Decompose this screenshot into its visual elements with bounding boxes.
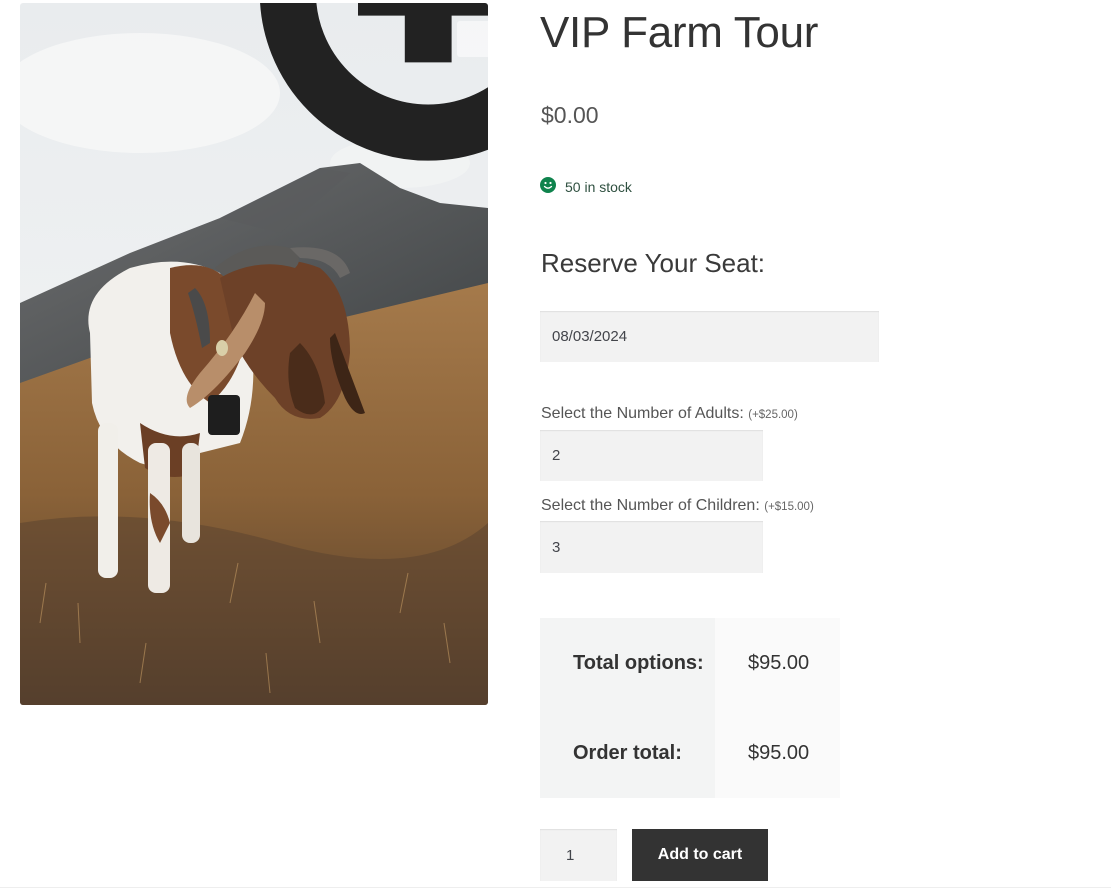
- table-row: Total options: $95.00: [540, 618, 840, 708]
- product-image[interactable]: [20, 3, 488, 705]
- date-input[interactable]: 08/03/2024: [540, 311, 879, 362]
- order-total-label: Order total:: [540, 708, 715, 798]
- magnifier-plus-icon: [241, 3, 488, 390]
- smiley-icon: [540, 177, 556, 196]
- product-price: $0.00: [541, 102, 599, 128]
- stock-status: 50 in stock: [540, 177, 632, 196]
- adults-input[interactable]: 2: [540, 430, 763, 481]
- zoom-button[interactable]: [260, 3, 488, 161]
- children-input[interactable]: 3: [540, 521, 763, 573]
- children-label-text: Select the Number of Children:: [541, 497, 760, 514]
- total-options-label: Total options:: [540, 618, 715, 708]
- adults-value: 2: [552, 447, 561, 464]
- quantity-value: 1: [566, 846, 575, 864]
- adults-label-text: Select the Number of Adults:: [541, 405, 744, 422]
- children-label: Select the Number of Children: (+$15.00): [541, 497, 814, 515]
- stock-text: 50 in stock: [565, 178, 632, 195]
- quantity-input[interactable]: 1: [540, 829, 617, 881]
- date-value: 08/03/2024: [552, 328, 628, 345]
- product-title: VIP Farm Tour: [540, 8, 819, 57]
- reserve-heading: Reserve Your Seat:: [541, 248, 766, 278]
- table-row: Order total: $95.00: [540, 708, 840, 798]
- total-options-value: $95.00: [715, 618, 840, 708]
- adults-price: (+$25.00): [748, 409, 798, 421]
- add-to-cart-button[interactable]: Add to cart: [632, 829, 768, 881]
- order-total-value: $95.00: [715, 708, 840, 798]
- children-value: 3: [552, 538, 561, 556]
- children-price: (+$15.00): [764, 501, 814, 513]
- adults-label: Select the Number of Adults: (+$25.00): [541, 405, 798, 423]
- totals-table: Total options: $95.00 Order total: $95.0…: [540, 618, 840, 798]
- divider: [0, 887, 1111, 888]
